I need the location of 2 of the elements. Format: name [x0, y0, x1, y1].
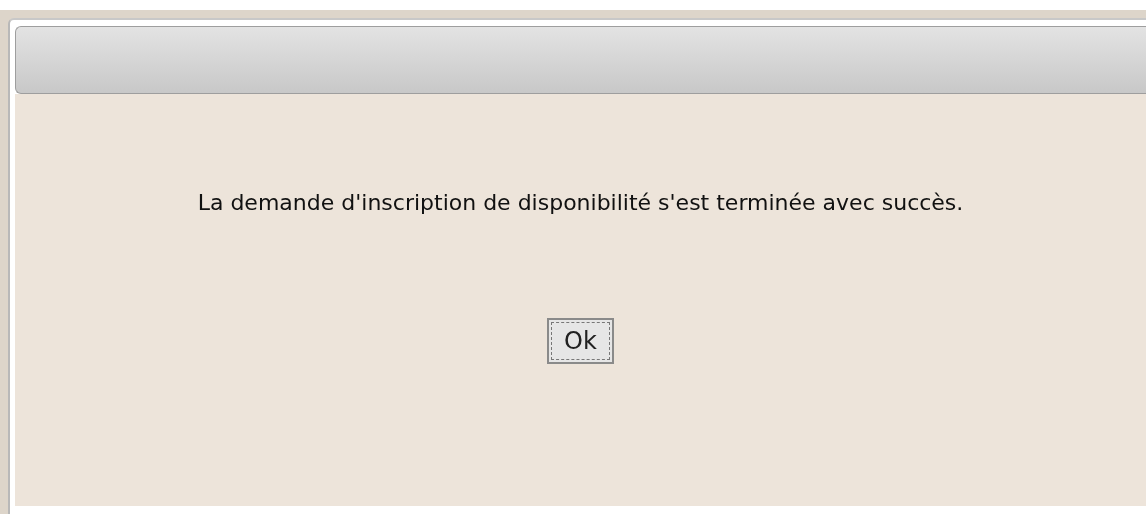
dialog-message: La demande d'inscription de disponibilité s'est terminée avec succès. — [196, 189, 965, 217]
ok-button[interactable]: Ok — [547, 318, 614, 364]
